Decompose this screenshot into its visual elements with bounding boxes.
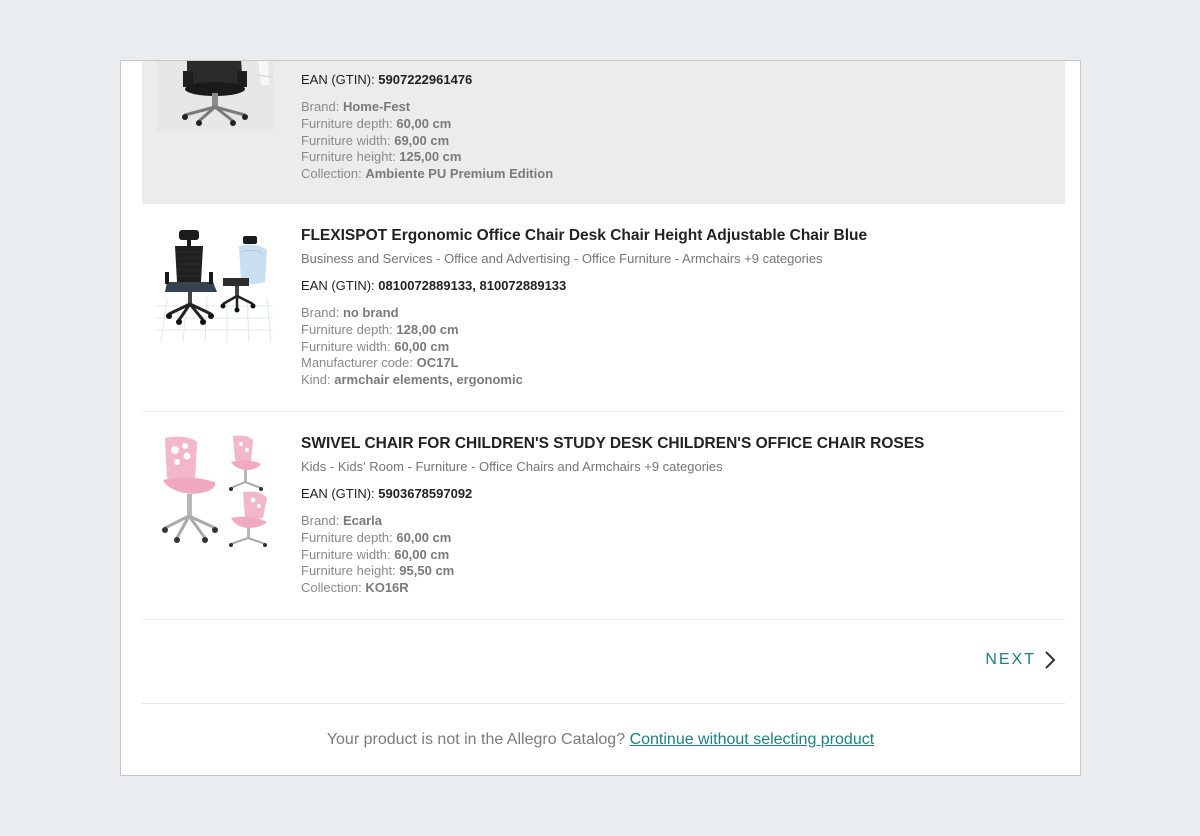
attr-value: Home-Fest — [342, 99, 411, 114]
attribute-height: Furniture height: 95,50 cm — [301, 563, 1055, 580]
product-categories: Business and Services - Office and Adver… — [301, 251, 823, 266]
attribute-width: Furniture width: 69,00 cm — [301, 133, 1055, 150]
attr-value: Ecarla — [342, 513, 382, 528]
attr-label: Furniture height: — [301, 563, 396, 579]
ean-label: EAN (GTIN): — [301, 486, 375, 501]
attribute-collection: Collection: KO16R — [301, 580, 1055, 597]
next-label: NEXT — [985, 651, 1036, 668]
ean-label: EAN (GTIN): — [301, 72, 375, 87]
attribute-kind: Kind: armchair elements, ergonomic — [301, 372, 1055, 389]
attr-value: OC17L — [416, 355, 459, 371]
attr-value: 125,00 cm — [399, 149, 462, 165]
black-office-chair-image — [157, 61, 273, 131]
attr-label: Kind: — [301, 372, 331, 388]
continue-without-product-link[interactable]: Continue without selecting product — [630, 731, 875, 748]
ean-label: EAN (GTIN): — [301, 278, 375, 293]
footer-text: Your product is not in the Allegro Catal… — [326, 731, 626, 748]
product-row[interactable]: SWIVEL CHAIR FOR CHILDREN'S STUDY DESK C… — [142, 412, 1065, 620]
attribute-brand: Brand: Home-Fest — [301, 99, 1055, 116]
attr-value: no brand — [342, 305, 399, 320]
product-thumbnail[interactable] — [157, 226, 273, 342]
product-ean: EAN (GTIN): 0810072889133, 810072889133 — [301, 277, 1055, 295]
attribute-width: Furniture width: 60,00 cm — [301, 339, 1055, 356]
product-catalog-panel: EAN (GTIN): 5907222961476 Brand: Home-Fe… — [120, 60, 1081, 776]
attribute-depth: Furniture depth: 60,00 cm — [301, 530, 1055, 547]
attr-label: Collection: — [301, 580, 362, 596]
attr-label: Collection: — [301, 166, 362, 182]
ean-value: 0810072889133, 810072889133 — [378, 278, 567, 293]
product-list: EAN (GTIN): 5907222961476 Brand: Home-Fe… — [142, 61, 1065, 620]
attr-value: 60,00 cm — [394, 546, 450, 562]
attribute-brand: Brand: Ecarla — [301, 513, 1055, 530]
attr-label: Furniture depth: — [301, 321, 393, 337]
attr-label: Brand: — [301, 305, 340, 320]
product-ean: EAN (GTIN): 5907222961476 — [301, 71, 1055, 89]
attr-label: Manufacturer code: — [301, 355, 414, 371]
attribute-depth: Furniture depth: 60,00 cm — [301, 116, 1055, 133]
product-thumbnail[interactable] — [157, 61, 273, 131]
attr-label: Furniture width: — [301, 338, 391, 354]
pink-swivel-chair-image — [157, 434, 273, 550]
attr-value: 60,00 cm — [394, 338, 450, 354]
attribute-manufacturer-code: Manufacturer code: OC17L — [301, 355, 1055, 372]
attr-value: armchair elements, ergonomic — [334, 372, 523, 388]
attr-label: Brand: — [301, 513, 340, 528]
attr-label: Furniture height: — [301, 149, 396, 165]
product-info: FLEXISPOT Ergonomic Office Chair Desk Ch… — [301, 226, 1055, 389]
attr-label: Brand: — [301, 99, 340, 114]
attr-value: 60,00 cm — [396, 115, 452, 131]
product-thumbnail[interactable] — [157, 434, 273, 550]
chevron-right-icon — [1044, 650, 1056, 670]
attr-label: Furniture width: — [301, 132, 391, 148]
product-title[interactable]: FLEXISPOT Ergonomic Office Chair Desk Ch… — [301, 226, 1055, 246]
catalog-footer: Your product is not in the Allegro Catal… — [121, 731, 1080, 749]
attr-label: Furniture width: — [301, 546, 391, 562]
product-row[interactable]: FLEXISPOT Ergonomic Office Chair Desk Ch… — [142, 204, 1065, 412]
attr-label: Furniture depth: — [301, 115, 393, 131]
pagination: NEXT — [142, 620, 1065, 704]
attribute-width: Furniture width: 60,00 cm — [301, 547, 1055, 564]
next-page-button[interactable]: NEXT — [985, 650, 1056, 670]
product-categories: Kids - Kids' Room - Furniture - Office C… — [301, 459, 723, 474]
attr-value: 69,00 cm — [394, 132, 450, 148]
attr-value: 128,00 cm — [396, 321, 459, 337]
product-info: SWIVEL CHAIR FOR CHILDREN'S STUDY DESK C… — [301, 434, 1055, 597]
product-title[interactable]: SWIVEL CHAIR FOR CHILDREN'S STUDY DESK C… — [301, 434, 1055, 454]
attr-value: Ambiente PU Premium Edition — [365, 166, 554, 182]
attribute-collection: Collection: Ambiente PU Premium Edition — [301, 166, 1055, 183]
product-info: EAN (GTIN): 5907222961476 Brand: Home-Fe… — [301, 71, 1055, 183]
ergonomic-mesh-chair-image — [157, 226, 273, 342]
product-row[interactable]: EAN (GTIN): 5907222961476 Brand: Home-Fe… — [142, 61, 1065, 204]
ean-value: 5903678597092 — [378, 486, 473, 501]
attribute-brand: Brand: no brand — [301, 305, 1055, 322]
attr-label: Furniture depth: — [301, 529, 393, 545]
attribute-depth: Furniture depth: 128,00 cm — [301, 322, 1055, 339]
attr-value: 60,00 cm — [396, 529, 452, 545]
product-ean: EAN (GTIN): 5903678597092 — [301, 485, 1055, 503]
attr-value: 95,50 cm — [399, 563, 455, 579]
ean-value: 5907222961476 — [378, 72, 473, 87]
attribute-height: Furniture height: 125,00 cm — [301, 149, 1055, 166]
attr-value: KO16R — [365, 580, 409, 596]
